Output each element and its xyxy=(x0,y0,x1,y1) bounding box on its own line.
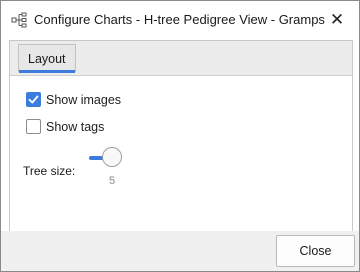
show-images-checkbox[interactable] xyxy=(26,92,41,107)
window-title: Configure Charts - H-tree Pedigree View … xyxy=(34,12,325,27)
close-button[interactable]: Close xyxy=(276,235,355,267)
configure-charts-dialog: Configure Charts - H-tree Pedigree View … xyxy=(0,0,360,272)
show-tags-option[interactable]: Show tags xyxy=(26,119,104,134)
title-bar[interactable]: Configure Charts - H-tree Pedigree View … xyxy=(1,1,359,39)
tree-size-label: Tree size: xyxy=(23,164,76,178)
button-bar: Close xyxy=(1,231,359,271)
dialog-content: Layout Show images Show tags Tree size: … xyxy=(9,40,353,233)
tree-size-value: 5 xyxy=(109,175,116,187)
show-tags-checkbox[interactable] xyxy=(26,119,41,134)
close-icon[interactable]: ✕ xyxy=(321,5,353,35)
checkmark-icon xyxy=(28,95,39,104)
tree-size-slider[interactable] xyxy=(89,144,127,172)
tab-strip: Layout xyxy=(10,41,352,76)
show-images-label: Show images xyxy=(46,92,122,107)
show-images-option[interactable]: Show images xyxy=(26,92,121,107)
tab-layout-label: Layout xyxy=(28,51,66,66)
pedigree-chart-icon xyxy=(11,12,29,28)
show-tags-label: Show tags xyxy=(46,119,105,134)
tab-layout[interactable]: Layout xyxy=(18,44,76,73)
slider-thumb[interactable] xyxy=(102,147,122,167)
active-tab-indicator xyxy=(19,70,75,73)
